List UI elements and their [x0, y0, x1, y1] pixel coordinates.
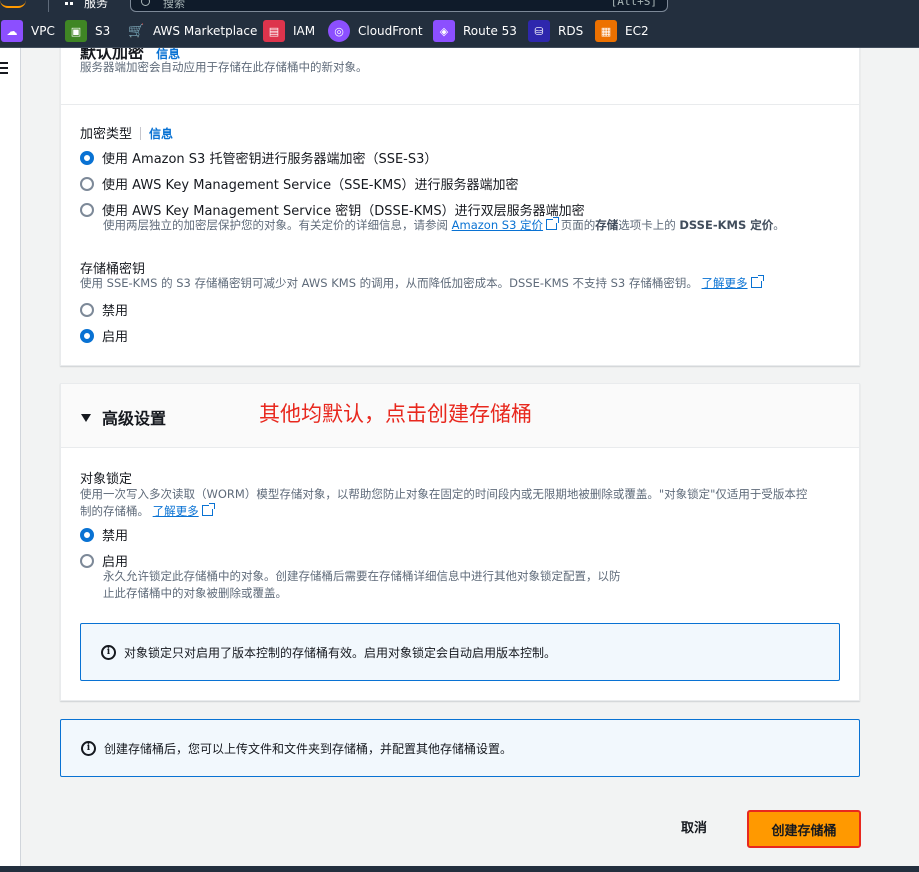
desc-text: 使用两层独立的加密层保护您的对象。有关定价的详细信息，请参阅: [103, 218, 452, 232]
radio-sse-kms[interactable]: 使用 AWS Key Management Service（SSE-KMS）进行…: [80, 174, 518, 193]
pricing-link[interactable]: Amazon S3 定价: [452, 218, 543, 232]
desc-text: 选项卡上的: [618, 218, 680, 232]
search-icon: [141, 0, 150, 6]
alert-text: 创建存储桶后，您可以上传文件和文件夹到存储桶，并配置其他存储桶设置。: [104, 741, 513, 756]
favorite-label: IAM: [293, 24, 316, 38]
radio-bucket-key-disable[interactable]: 禁用: [80, 300, 128, 319]
cloudfront-icon: ◎: [328, 20, 350, 42]
favorite-cloudfront[interactable]: ◎ CloudFront: [328, 19, 423, 43]
favorites-bar: ☁ VPC ▣ S3 🛒 AWS Marketplace ▤ IAM ◎ Clo…: [0, 14, 919, 48]
alert-text: 对象锁定只对启用了版本控制的存储桶有效。启用对象锁定会自动启用版本控制。: [124, 645, 557, 660]
info-link[interactable]: 信息: [149, 127, 173, 141]
desc-text: 制的存储桶。: [80, 504, 149, 518]
object-lock-info-alert: i 对象锁定只对启用了版本控制的存储桶有效。启用对象锁定会自动启用版本控制。: [80, 623, 840, 681]
radio-sse-s3[interactable]: 使用 Amazon S3 托管密钥进行服务器端加密（SSE-S3）: [80, 148, 437, 167]
favorite-ec2[interactable]: ▦ EC2: [595, 19, 649, 43]
radio-button[interactable]: [80, 553, 94, 568]
desc-text: 永久允许锁定此存储桶中的对象。创建存储桶后需要在存储桶详细信息中进行其他对象锁定…: [103, 569, 621, 583]
favorite-aws-marketplace[interactable]: 🛒 AWS Marketplace: [128, 19, 257, 43]
favorite-label: CloudFront: [358, 24, 423, 38]
top-nav-bar: 服务 搜索 [Alt+S]: [0, 0, 919, 20]
red-annotation-text: 其他均默认，点击创建存储桶: [259, 402, 532, 426]
advanced-settings-toggle[interactable]: 高级设置: [81, 405, 166, 429]
aws-logo-icon[interactable]: [0, 0, 26, 8]
favorite-label: AWS Marketplace: [153, 24, 258, 38]
radio-label: 禁用: [102, 304, 129, 319]
side-navigation-rail: [0, 48, 21, 866]
s3-bucket-icon: ▣: [65, 20, 87, 42]
search-shortcut-hint: [Alt+S]: [610, 0, 657, 8]
external-link-icon: [546, 217, 560, 230]
favorite-label: S3: [95, 24, 111, 38]
radio-button-checked[interactable]: [80, 527, 94, 542]
radio-label: 禁用: [102, 529, 129, 544]
desc-text: 使用一次写入多次读取（WORM）模型存储对象，以帮助您防止对象在固定的时间段内或…: [80, 487, 808, 501]
main-content: 默认加密 信息 服务器端加密会自动应用于存储在此存储桶中的新对象。 加密类型 信息…: [21, 48, 919, 866]
global-search-input[interactable]: 搜索 [Alt+S]: [130, 0, 668, 12]
search-placeholder: 搜索: [163, 0, 185, 10]
favorite-label: VPC: [31, 24, 55, 38]
section-title: 高级设置: [102, 409, 167, 428]
marketplace-cart-icon: 🛒: [128, 23, 145, 39]
radio-object-lock-disable[interactable]: 禁用: [80, 525, 128, 544]
radio-label: 使用 Amazon S3 托管密钥进行服务器端加密（SSE-S3）: [102, 152, 438, 167]
info-icon: i: [101, 644, 116, 660]
learn-more-link[interactable]: 了解更多: [153, 504, 199, 518]
favorite-s3[interactable]: ▣ S3: [65, 19, 110, 43]
post-create-info-alert: i 创建存储桶后，您可以上传文件和文件夹到存储桶，并配置其他存储桶设置。: [60, 719, 860, 777]
object-lock-label: 对象锁定: [80, 472, 133, 487]
panel-header: [61, 48, 859, 105]
services-menu-label[interactable]: 服务: [84, 0, 108, 11]
route53-icon: ◈: [433, 20, 455, 42]
radio-button-checked[interactable]: [80, 150, 94, 165]
external-link-icon: [201, 503, 215, 516]
favorite-rds[interactable]: ⛁ RDS: [528, 19, 583, 43]
favorite-route53[interactable]: ◈ Route 53: [433, 19, 517, 43]
radio-button[interactable]: [80, 202, 94, 217]
favorite-label: Route 53: [463, 24, 517, 38]
desc-text: 止此存储桶中的对象被删除或覆盖。: [103, 586, 287, 600]
desc-bold: 存储: [595, 218, 619, 232]
encryption-type-label: 加密类型: [80, 127, 133, 142]
radio-button[interactable]: [80, 176, 94, 191]
caret-down-icon: [81, 414, 91, 422]
favorite-label: RDS: [558, 24, 584, 38]
label-separator: [140, 127, 142, 140]
radio-button-checked[interactable]: [80, 328, 94, 343]
menu-icon[interactable]: [0, 62, 8, 74]
learn-more-link[interactable]: 了解更多: [702, 276, 748, 290]
desc-text: 使用 SSE-KMS 的 S3 存储桶密钥可减少对 AWS KMS 的调用，从而…: [80, 276, 698, 290]
create-bucket-button[interactable]: 创建存储桶: [747, 810, 861, 848]
rds-icon: ⛁: [528, 20, 550, 42]
section-description: 服务器端加密会自动应用于存储在此存储桶中的新对象。: [80, 60, 368, 74]
dsse-kms-description: 使用两层独立的加密层保护您的对象。有关定价的详细信息，请参阅 Amazon S3…: [103, 217, 785, 234]
nav-divider: [48, 0, 49, 12]
services-grid-icon[interactable]: [64, 0, 78, 20]
bottom-footer-bar: [0, 866, 919, 872]
external-link-icon: [750, 275, 764, 288]
radio-bucket-key-enable[interactable]: 启用: [80, 326, 128, 345]
ec2-icon: ▦: [595, 20, 617, 42]
favorite-vpc[interactable]: ☁ VPC: [1, 19, 55, 43]
favorite-label: EC2: [625, 24, 649, 38]
radio-label: 使用 AWS Key Management Service（SSE-KMS）进行…: [102, 178, 519, 193]
vpc-icon: ☁: [1, 20, 23, 42]
info-icon: i: [81, 740, 96, 756]
desc-bold: DSSE-KMS 定价: [679, 218, 774, 232]
advanced-settings-panel: 高级设置 其他均默认，点击创建存储桶 对象锁定 使用一次写入多次读取（WORM）…: [60, 383, 860, 701]
favorite-iam[interactable]: ▤ IAM: [263, 19, 315, 43]
cancel-button[interactable]: 取消: [681, 817, 707, 836]
radio-button[interactable]: [80, 302, 94, 317]
object-lock-enable-description: 永久允许锁定此存储桶中的对象。创建存储桶后需要在存储桶详细信息中进行其他对象锁定…: [103, 568, 663, 602]
object-lock-description: 使用一次写入多次读取（WORM）模型存储对象，以帮助您防止对象在固定的时间段内或…: [80, 486, 840, 520]
iam-icon: ▤: [263, 20, 285, 42]
radio-label: 启用: [102, 330, 129, 345]
bucket-key-description: 使用 SSE-KMS 的 S3 存储桶密钥可减少对 AWS KMS 的调用，从而…: [80, 275, 764, 292]
default-encryption-panel: 默认加密 信息 服务器端加密会自动应用于存储在此存储桶中的新对象。 加密类型 信息…: [60, 48, 860, 366]
desc-text: 页面的: [557, 218, 596, 232]
desc-text: 。: [773, 218, 785, 232]
